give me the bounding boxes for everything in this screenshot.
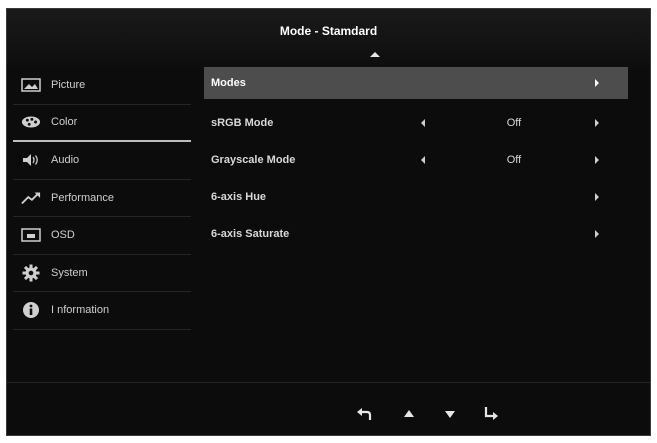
sidebar-item-system[interactable]: System [13,255,191,292]
down-arrow-icon[interactable] [439,403,461,425]
footer-divider [7,382,650,383]
sidebar-item-audio[interactable]: Audio [13,142,191,180]
scroll-up-indicator-icon [370,52,380,57]
sidebar-item-label: Picture [51,79,86,92]
color-palette-icon [21,114,41,130]
chevron-right-icon[interactable] [595,229,599,238]
sidebar-item-label: OSD [51,229,75,242]
picture-icon [21,77,41,93]
sidebar-item-label: Performance [51,191,114,204]
chevron-left-icon[interactable] [421,118,425,127]
enter-icon[interactable] [480,403,502,425]
sidebar-item-performance[interactable]: Performance [13,180,191,217]
chevron-right-icon[interactable] [595,79,599,87]
up-arrow-icon[interactable] [398,403,420,425]
sidebar-item-label: Audio [51,154,80,167]
sidebar-item-label: System [51,266,88,279]
page-title: Mode - Stamdard [279,24,378,38]
menu-row-label: sRGB Mode [211,116,274,129]
info-icon [21,302,41,319]
sidebar: Picture Color Audio Performance OSD Syst… [13,67,191,330]
osd-header: Mode - Stamdard [7,9,650,67]
menu-content: Modes sRGB Mode Off Grayscale Mode Off 6… [204,67,628,252]
menu-row-6-axis-saturate[interactable]: 6-axis Saturate [204,215,628,252]
chevron-right-icon[interactable] [595,192,599,201]
menu-row-label: 6-axis Saturate [211,227,290,240]
menu-row-value: Off [506,153,522,166]
performance-chart-icon [21,190,41,206]
chevron-left-icon[interactable] [421,155,425,164]
chevron-right-icon[interactable] [595,155,599,164]
sidebar-item-osd[interactable]: OSD [13,217,191,255]
sidebar-item-information[interactable]: I nformation [13,292,191,330]
chevron-right-icon[interactable] [595,118,599,127]
menu-row-srgb-mode[interactable]: sRGB Mode Off [204,104,628,141]
gear-icon [21,264,41,282]
sidebar-item-label: I nformation [51,304,110,317]
sidebar-item-picture[interactable]: Picture [13,67,191,105]
menu-row-label: Modes [211,77,246,89]
menu-row-label: Grayscale Mode [211,153,296,166]
menu-row-value: Off [506,116,522,129]
speaker-icon [21,152,41,168]
sidebar-item-label: Color [51,116,78,129]
menu-row-6-axis-hue[interactable]: 6-axis Hue [204,178,628,215]
osd-menu: Mode - Stamdard Picture Color Audio Perf… [6,8,651,436]
back-icon[interactable] [353,403,375,425]
sidebar-item-color[interactable]: Color [13,105,191,142]
osd-screen-icon [21,227,41,243]
menu-row-modes[interactable]: Modes [204,67,628,99]
menu-row-grayscale-mode[interactable]: Grayscale Mode Off [204,141,628,178]
footer-nav [7,403,650,427]
menu-row-label: 6-axis Hue [211,190,267,203]
